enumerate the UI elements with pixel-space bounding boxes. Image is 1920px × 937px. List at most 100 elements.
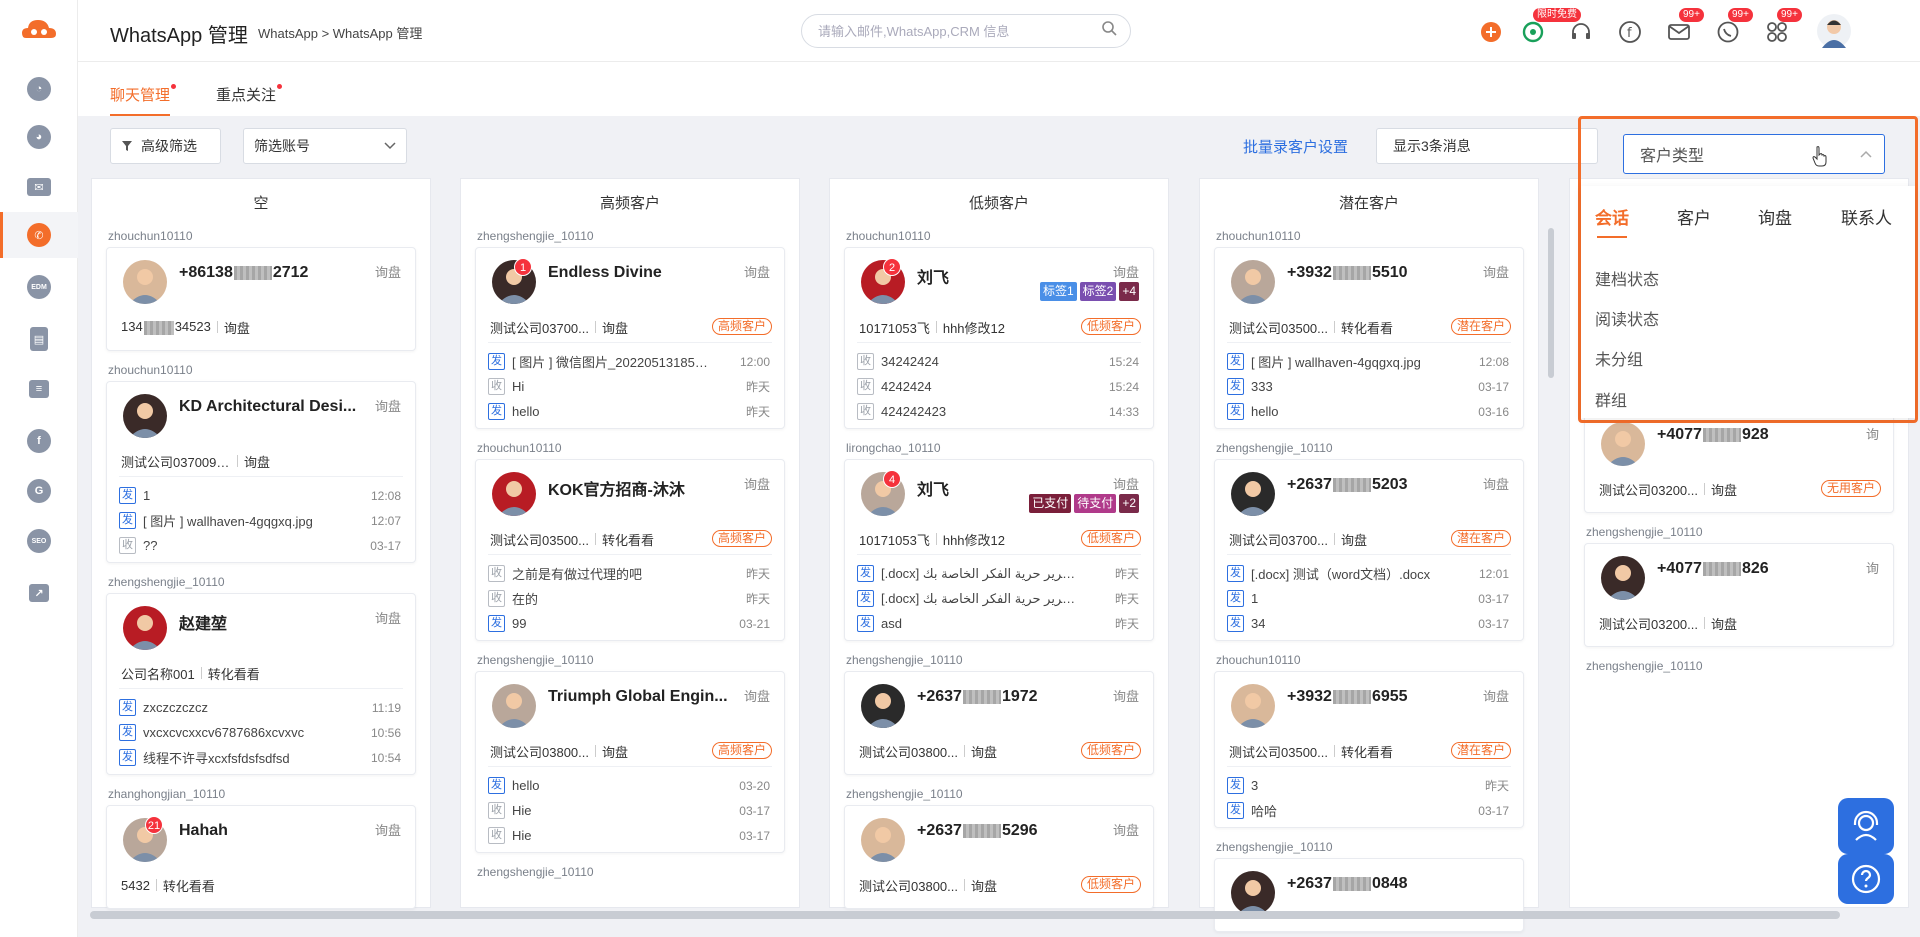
customer-type-badge[interactable]: 低频客户	[1080, 318, 1141, 335]
contact-tag[interactable]: 待支付	[1074, 494, 1117, 513]
contact-avatar[interactable]	[1601, 422, 1645, 466]
conversation-card[interactable]: 赵建堃 询盘 公司名称001 转化看看发 zxczczczcz 11:19 发 vxcxcvc…	[106, 593, 416, 775]
message-preview[interactable]: 发 1 12:08	[119, 483, 403, 508]
menu-item-groups[interactable]: 群组	[1595, 387, 1627, 411]
facebook-header-icon[interactable]: f	[1618, 20, 1642, 44]
contact-tag[interactable]: 标签2	[1079, 282, 1117, 301]
conversation-card[interactable]: +2637 5203 询盘 测试公司03700... 询盘 潜在客户发 [.docx] 测试…	[1214, 459, 1524, 641]
sidebar-item-whatsapp[interactable]: ✆	[0, 212, 78, 258]
customer-type-badge[interactable]: 高频客户	[711, 318, 772, 335]
contact-name[interactable]: +4077 928	[1657, 426, 1769, 444]
menu-item-ungrouped[interactable]: 未分组	[1595, 346, 1643, 370]
conversation-card[interactable]: KOK官方招商-沐沐 询盘 测试公司03500... 转化看看 高频客户收之前是有做过代…	[475, 459, 785, 641]
menu-tab-customer[interactable]: 客户	[1677, 204, 1711, 229]
contact-name[interactable]: KOK官方招商-沐沐	[548, 476, 685, 500]
contact-tag[interactable]: 标签1	[1039, 282, 1077, 301]
menu-tab-inquiry[interactable]: 询盘	[1758, 204, 1792, 229]
menu-item-filing-status[interactable]: 建档状态	[1595, 266, 1659, 290]
tab-key-focus[interactable]: 重点关注	[216, 84, 283, 105]
contact-tag[interactable]: 已支付	[1029, 494, 1072, 513]
sidebar-item-mail[interactable]: ✉	[0, 164, 78, 210]
message-preview[interactable]: 收 34242424 15:24	[857, 349, 1141, 374]
customer-type-badge[interactable]: 高频客户	[711, 530, 772, 547]
message-preview[interactable]: 收 Hie 03-17	[488, 823, 772, 848]
message-preview[interactable]: 发 [.docx] كيمكم تريد تحرير حرية الفكر الخ…	[857, 586, 1141, 611]
customer-type-badge[interactable]: 低频客户	[1080, 742, 1141, 759]
message-preview[interactable]: 发线程不许寻xcxfsfdsfsdfsd 10:54	[119, 745, 403, 770]
conversation-card[interactable]: +2637 1972 询盘 测试公司03800... 询盘 低频客户	[844, 671, 1154, 775]
contact-avatar[interactable]	[861, 818, 905, 862]
message-preview[interactable]: 收 424242423 14:33	[857, 399, 1141, 424]
contact-avatar[interactable]	[123, 606, 167, 650]
contact-avatar[interactable]	[1231, 684, 1275, 728]
contact-name[interactable]: +2637 1972	[917, 688, 1038, 706]
contact-name[interactable]: +2637 5203	[1287, 476, 1408, 494]
conversation-card[interactable]: +2637 5296 询盘 测试公司03800... 询盘 低频客户	[844, 805, 1154, 909]
sidebar-item-reports[interactable]: ◕	[0, 114, 78, 160]
conversation-card[interactable]: +4077 928 询测试公司03200... 询盘 无用客户	[1584, 409, 1894, 513]
customer-service-button[interactable]	[1838, 798, 1894, 854]
message-preview[interactable]: 发 [.docx] 测试（word文档）.docx 12:01	[1227, 561, 1511, 586]
app-logo-icon[interactable]	[20, 14, 58, 44]
message-preview[interactable]: 发 [ 图片 ] wallhaven-4gqgxq.jpg 12:07	[119, 508, 403, 533]
menu-item-read-status[interactable]: 阅读状态	[1595, 306, 1659, 330]
conversation-card[interactable]: +2637 0848	[1214, 858, 1524, 932]
user-avatar[interactable]	[1817, 14, 1851, 48]
contact-avatar[interactable]	[123, 260, 167, 304]
sidebar-item-google[interactable]: G	[0, 468, 78, 514]
sidebar-item-files[interactable]: ▤	[0, 316, 78, 362]
message-preview[interactable]: 发 1 03-17	[1227, 586, 1511, 611]
message-preview[interactable]: 发 zxczczczcz 11:19	[119, 695, 403, 720]
whatsapp-header-icon[interactable]: 99+	[1716, 8, 1753, 44]
contact-avatar[interactable]	[492, 684, 536, 728]
message-preview[interactable]: 发 3 昨天	[1227, 773, 1511, 798]
customer-type-badge[interactable]: 潜在客户	[1450, 530, 1511, 547]
conversation-card[interactable]: 2 刘飞 询盘 标签1 标签2 +4 10171053飞 hhh修改12 低频客户收 342424…	[844, 247, 1154, 429]
message-preview[interactable]: 发 hello 昨天	[488, 399, 772, 424]
message-preview[interactable]: 发 asd 昨天	[857, 611, 1141, 636]
sidebar-item-seo[interactable]: SEO	[0, 518, 78, 564]
message-preview[interactable]: 收之前是有做过代理的吧 昨天	[488, 561, 772, 586]
customer-type-badge[interactable]: 潜在客户	[1450, 742, 1511, 759]
board-horizontal-scrollbar[interactable]	[90, 911, 1840, 919]
message-preview[interactable]: 发 hello 03-16	[1227, 399, 1511, 424]
contact-avatar[interactable]	[123, 394, 167, 438]
contact-name[interactable]: KD Architectural Desi...	[179, 398, 356, 416]
message-preview[interactable]: 收在的 昨天	[488, 586, 772, 611]
search-icon[interactable]	[1101, 20, 1117, 36]
advanced-filter-button[interactable]: 高级筛选	[110, 128, 221, 164]
batch-customer-setting-link[interactable]: 批量录客户设置	[1243, 136, 1348, 157]
conversation-card[interactable]: 4 刘飞 询盘 已支付 待支付 +2 10171053飞 hhh修改12 低频客户发 [.docx…	[844, 459, 1154, 641]
customer-type-badge[interactable]: 低频客户	[1080, 876, 1141, 893]
message-preview[interactable]: 发哈哈 03-17	[1227, 798, 1511, 823]
conversation-card[interactable]: Triumph Global Engin... 询盘 测试公司03800... 询盘高…	[475, 671, 785, 853]
ai-chat-icon[interactable]: 限时免费	[1521, 8, 1581, 44]
contact-name[interactable]: +3932 6955	[1287, 688, 1408, 706]
mail-header-icon[interactable]: 99+	[1667, 8, 1704, 44]
customer-type-badge[interactable]: 潜在客户	[1450, 318, 1511, 335]
sidebar-item-facebook[interactable]: f	[0, 418, 78, 464]
contact-name[interactable]: +2637 5296	[917, 822, 1038, 840]
contact-avatar[interactable]	[1601, 556, 1645, 600]
contact-name[interactable]: 刘飞	[917, 264, 949, 288]
message-preview[interactable]: 发 [ 图片 ] 微信图片_20220513185239.j... 12:00	[488, 349, 772, 374]
message-preview[interactable]: 发 [.docx] كيمكم تريد تحرير حرية الفكر الخ…	[857, 561, 1141, 586]
contact-avatar[interactable]	[861, 684, 905, 728]
sidebar-item-trend[interactable]: ↗	[0, 570, 78, 616]
customer-type-badge[interactable]: 高频客户	[711, 742, 772, 759]
tab-chat-management[interactable]: 聊天管理	[110, 84, 177, 116]
add-icon[interactable]	[1479, 20, 1503, 44]
customer-type-badge[interactable]: 无用客户	[1820, 480, 1881, 497]
account-filter-select[interactable]: 筛选账号	[243, 128, 407, 164]
message-preview[interactable]: 收 Hi 昨天	[488, 374, 772, 399]
contact-name[interactable]: 赵建堃	[179, 610, 227, 634]
headset-icon[interactable]	[1569, 20, 1593, 44]
conversation-card[interactable]: +3932 5510 询盘 测试公司03500... 转化看看 潜在客户发 [ 图片 ] w…	[1214, 247, 1524, 429]
contact-avatar[interactable]	[1231, 260, 1275, 304]
sidebar-item-edm[interactable]: EDM	[0, 264, 78, 310]
breadcrumb[interactable]: WhatsApp > WhatsApp 管理	[258, 23, 422, 42]
display-messages-select[interactable]: 显示3条消息	[1376, 128, 1598, 164]
message-preview[interactable]: 发 [ 图片 ] wallhaven-4gqgxq.jpg 12:08	[1227, 349, 1511, 374]
conversation-card[interactable]: 1 Endless Divine 询盘 测试公司03700... 询盘 高频客户发[ 图片…	[475, 247, 785, 429]
search-input[interactable]	[801, 14, 1131, 48]
